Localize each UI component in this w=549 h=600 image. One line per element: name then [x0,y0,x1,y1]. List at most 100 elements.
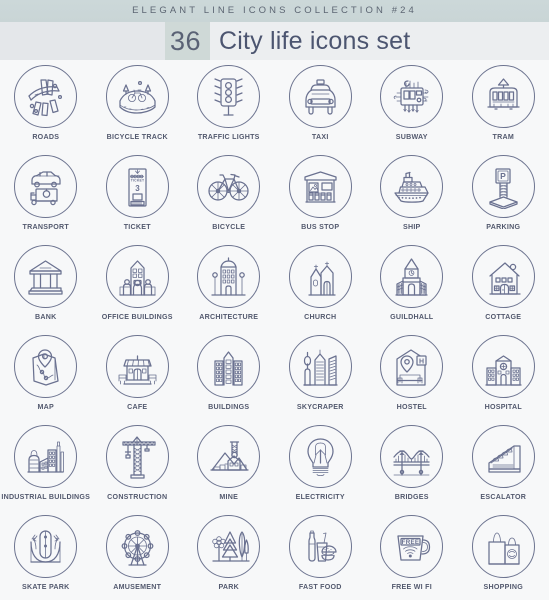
map-icon[interactable] [14,335,78,398]
roads-icon[interactable] [14,65,78,128]
bicycle-track-icon[interactable] [105,65,169,128]
icon-label: TRAM [492,133,514,141]
icon-cell-skycraper[interactable]: SKYCRAPER [275,330,367,420]
icon-label: GUILDHALL [390,313,434,321]
hospital-icon[interactable] [471,335,535,398]
icon-label: TRANSPORT [22,223,69,231]
icon-count: 36 [169,25,201,56]
icon-cell-mine[interactable]: MINE [183,420,275,510]
icon-cell-cottage[interactable]: COTTAGE [458,240,549,330]
page-title: 36 City life icons set [0,22,549,60]
park-trees-icon[interactable] [197,515,261,578]
icon-cell-construction[interactable]: CONSTRUCTION [92,420,184,510]
icon-cell-traffic-lights[interactable]: TRAFFIC LIGHTS [183,60,275,150]
icon-cell-tram[interactable]: TRAM [458,60,549,150]
icon-cell-hospital[interactable]: HOSPITAL [458,330,549,420]
icon-label: BRIDGES [394,493,429,501]
icon-cell-park[interactable]: PARK [183,510,275,600]
icon-cell-electricity[interactable]: ELECTRICITY [275,420,367,510]
icon-set-page: ELEGANT LINE ICONS COLLECTION #24 36 Cit… [0,0,549,600]
icon-label: PARKING [486,223,521,231]
icon-label: MAP [37,403,54,411]
church-icon[interactable] [288,245,352,308]
electricity-bulb-icon[interactable] [288,425,352,488]
icon-cell-taxi[interactable]: TAXI [275,60,367,150]
icon-cell-shopping[interactable]: SHOPPING [458,510,549,600]
icon-cell-roads[interactable]: ROADS [0,60,92,150]
page-title-text: City life icons set [219,26,411,55]
icon-cell-ticket[interactable]: TICKET 3 TICKET [92,150,184,240]
industrial-buildings-icon[interactable] [14,425,78,488]
icon-cell-bicycle-track[interactable]: BICYCLE TRACK [92,60,184,150]
icon-label: SUBWAY [395,133,428,141]
parking-glyph-label: P [500,171,506,181]
icon-label: FAST FOOD [298,583,342,591]
ticket-icon[interactable]: TICKET 3 [105,155,169,218]
icon-cell-map[interactable]: MAP [0,330,92,420]
cafe-icon[interactable] [105,335,169,398]
ship-icon[interactable] [380,155,444,218]
icon-cell-bus-stop[interactable]: BUS STOP [275,150,367,240]
icon-label: BICYCLE TRACK [106,133,168,141]
construction-crane-icon[interactable] [105,425,169,488]
traffic-lights-icon[interactable] [197,65,261,128]
icon-label: CHURCH [304,313,337,321]
icon-cell-fast-food[interactable]: FAST FOOD [275,510,367,600]
mine-icon[interactable] [197,425,261,488]
hostel-icon[interactable]: H [380,335,444,398]
icon-label: ESCALATOR [480,493,527,501]
icon-label: TRAFFIC LIGHTS [197,133,260,141]
icon-cell-transport[interactable]: TRANSPORT [0,150,92,240]
icon-label: CONSTRUCTION [107,493,168,501]
tram-icon[interactable] [471,65,535,128]
icon-cell-office-buildings[interactable]: OFFICE BUILDINGS [92,240,184,330]
ferris-wheel-icon[interactable] [105,515,169,578]
icon-label: CAFE [127,403,148,411]
icon-cell-hostel[interactable]: H HOSTEL [366,330,458,420]
buildings-icon[interactable] [197,335,261,398]
transport-icon[interactable] [14,155,78,218]
icon-cell-buildings[interactable]: BUILDINGS [183,330,275,420]
icon-label: OFFICE BUILDINGS [101,313,173,321]
ticket-glyph-number: 3 [135,184,140,193]
bicycle-icon[interactable] [197,155,261,218]
icon-cell-free-wi-fi[interactable]: FREE FREE WI FI [366,510,458,600]
subway-icon[interactable] [380,65,444,128]
icon-cell-architecture[interactable]: ARCHITECTURE [183,240,275,330]
hostel-glyph-label: H [419,358,424,365]
free-wifi-mug-icon[interactable]: FREE [380,515,444,578]
bank-icon[interactable] [14,245,78,308]
skyscraper-icon[interactable] [288,335,352,398]
icon-label: SHOPPING [483,583,523,591]
parking-icon[interactable]: P [471,155,535,218]
architecture-icon[interactable] [197,245,261,308]
icon-cell-ship[interactable]: SHIP [366,150,458,240]
cottage-icon[interactable] [471,245,535,308]
icon-cell-bridges[interactable]: BRIDGES [366,420,458,510]
guildhall-icon[interactable] [380,245,444,308]
icon-cell-amusement[interactable]: AMUSEMENT [92,510,184,600]
icon-cell-industrial-buildings[interactable]: INDUSTRIAL BUILDINGS [0,420,92,510]
escalator-icon[interactable] [471,425,535,488]
icon-cell-church[interactable]: CHURCH [275,240,367,330]
shopping-bags-icon[interactable] [471,515,535,578]
icon-label: SKYCRAPER [296,403,344,411]
icon-cell-guildhall[interactable]: GUILDHALL [366,240,458,330]
icon-label: BICYCLE [212,223,246,231]
icon-cell-skate-park[interactable]: SKATE PARK [0,510,92,600]
office-buildings-icon[interactable] [105,245,169,308]
icon-label: TAXI [311,133,329,141]
icon-label: HOSPITAL [484,403,522,411]
icon-cell-bank[interactable]: BANK [0,240,92,330]
icon-cell-subway[interactable]: SUBWAY [366,60,458,150]
bridge-icon[interactable] [380,425,444,488]
taxi-icon[interactable] [288,65,352,128]
icon-cell-escalator[interactable]: ESCALATOR [458,420,549,510]
bus-stop-icon[interactable] [288,155,352,218]
fast-food-icon[interactable] [288,515,352,578]
skate-park-icon[interactable] [14,515,78,578]
icon-cell-parking[interactable]: P PARKING [458,150,549,240]
icon-label: BUILDINGS [208,403,250,411]
icon-cell-bicycle[interactable]: BICYCLE [183,150,275,240]
icon-cell-cafe[interactable]: CAFE [92,330,184,420]
